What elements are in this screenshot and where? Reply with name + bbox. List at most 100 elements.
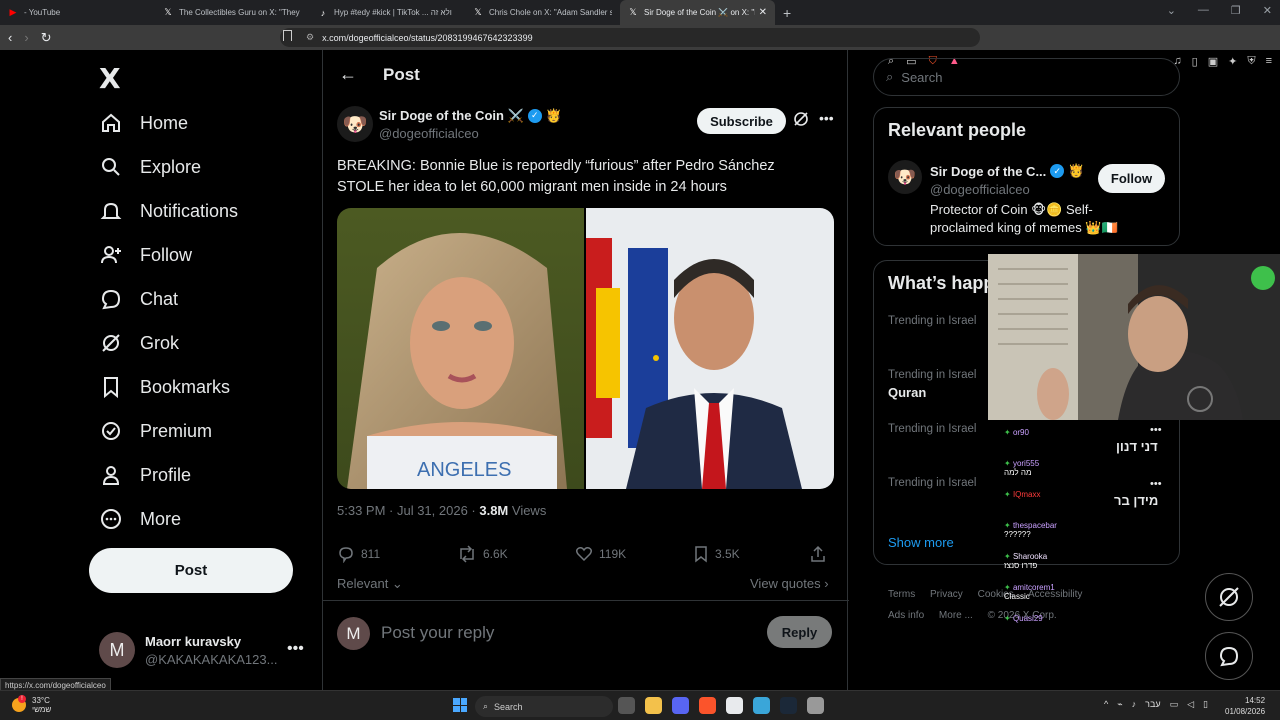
footer-link[interactable]: Ads info xyxy=(888,610,924,621)
discord-icon[interactable] xyxy=(672,697,689,714)
repost-action[interactable]: 6.6K xyxy=(457,545,508,563)
new-tab-button[interactable]: + xyxy=(783,5,791,21)
messages-fab-button[interactable] xyxy=(1205,632,1253,680)
nav-item-more[interactable]: More xyxy=(99,504,181,534)
bookmark-action[interactable]: 3.5K xyxy=(693,545,740,563)
battery-icon[interactable]: ▯ xyxy=(1203,699,1208,710)
clock[interactable]: 14:52 01/08/2026 xyxy=(1225,695,1265,717)
mic-icon[interactable]: ♪ xyxy=(1132,699,1137,710)
maximize-icon[interactable]: ❐ xyxy=(1231,4,1241,17)
reply-input[interactable]: Post your reply xyxy=(381,623,494,643)
browser-tab[interactable]: 𝕏 The Collectibles Guru on X: "They re... xyxy=(155,0,310,25)
author-avatar[interactable]: 🐶 xyxy=(337,106,373,142)
author-handle[interactable]: @dogeofficialceo xyxy=(379,126,562,141)
trend-more-icon[interactable]: ••• xyxy=(1150,424,1162,436)
subscribe-button[interactable]: Subscribe xyxy=(697,108,786,134)
chrome-icon[interactable] xyxy=(726,697,743,714)
chevron-up-icon[interactable]: ^ xyxy=(1104,699,1108,710)
trend-context[interactable]: Trending in Israel xyxy=(888,477,976,489)
show-more-link[interactable]: Show more xyxy=(888,535,954,550)
brave-icon[interactable] xyxy=(699,697,716,714)
nav-item-follow[interactable]: Follow xyxy=(99,240,192,270)
nav-item-notifications[interactable]: Notifications xyxy=(99,196,238,226)
nav-item-chat[interactable]: Chat xyxy=(99,284,178,314)
bookmark-page-icon[interactable] xyxy=(283,30,292,41)
close-window-icon[interactable]: ✕ xyxy=(1263,4,1272,17)
person-handle[interactable]: @dogeofficialceo xyxy=(930,182,1030,197)
obs-icon[interactable] xyxy=(807,697,824,714)
site-info-icon[interactable]: ⚙ xyxy=(306,32,314,43)
app-icon[interactable] xyxy=(753,697,770,714)
author-name[interactable]: Sir Doge of the Coin ⚔️ xyxy=(379,108,524,124)
url-field[interactable]: ⚙ x.com/dogeofficialceo/status/208319946… xyxy=(280,28,980,47)
browser-tab[interactable]: 𝕏 Sir Doge of the Coin ⚔️ on X: "B... ✕ xyxy=(620,0,775,25)
reply-button[interactable]: Reply xyxy=(767,616,832,648)
close-tab-icon[interactable]: ✕ xyxy=(759,7,767,18)
nav-item-grok[interactable]: Grok xyxy=(99,328,179,358)
media-photo-left[interactable]: ANGELES xyxy=(337,208,584,489)
footer-link[interactable]: Terms xyxy=(888,589,915,600)
reload-icon[interactable]: ↻ xyxy=(41,30,52,46)
nav-item-explore[interactable]: Explore xyxy=(99,152,201,182)
taskbar-search[interactable]: ⌕ Search xyxy=(475,696,613,717)
trend-name[interactable]: דני דנון xyxy=(1116,439,1158,454)
account-switcher[interactable]: M Maorr kuravsky @KAKAKAKAKA123... ••• xyxy=(99,632,304,668)
windows-start-icon[interactable] xyxy=(453,698,467,712)
grok-icon[interactable] xyxy=(793,111,809,132)
tab-search-icon[interactable]: ⌄ xyxy=(1167,4,1176,17)
reply-action[interactable]: 811 xyxy=(337,545,380,563)
weather-widget[interactable]: ! 33°C שמשי xyxy=(12,695,51,714)
trend-more-icon[interactable]: ••• xyxy=(1150,478,1162,490)
network-icon[interactable]: ⌁ xyxy=(1117,699,1122,710)
repost-count: 6.6K xyxy=(483,547,508,561)
footer-link[interactable]: Privacy xyxy=(930,589,963,600)
menu-icon[interactable]: ≡ xyxy=(1266,55,1272,68)
chevron-right-icon: › xyxy=(820,576,829,591)
more-circle-icon xyxy=(99,507,123,531)
nav-item-premium[interactable]: Premium xyxy=(99,416,212,446)
browser-tab[interactable]: ▶ - YouTube xyxy=(0,0,155,25)
like-action[interactable]: 119K xyxy=(575,545,626,563)
person-name[interactable]: Sir Doge of the C... xyxy=(930,164,1046,179)
post-media[interactable]: ANGELES xyxy=(337,208,834,489)
steam-icon[interactable] xyxy=(780,697,797,714)
post-author[interactable]: 🐶 Sir Doge of the Coin ⚔️ ✓ 🫅 @dogeoffic… xyxy=(337,106,562,142)
minimize-icon[interactable]: — xyxy=(1198,4,1209,17)
media-photo-right[interactable] xyxy=(586,208,834,489)
sort-replies-dropdown[interactable]: Relevant ⌄ xyxy=(337,576,403,592)
x-logo[interactable]: X xyxy=(99,62,121,95)
nav-item-profile[interactable]: Profile xyxy=(99,460,191,490)
trend-context[interactable]: Trending in Israel xyxy=(888,423,976,435)
back-arrow-icon[interactable]: ← xyxy=(339,64,357,85)
back-icon[interactable]: ‹ xyxy=(8,30,12,46)
wallet-icon[interactable]: ▣ xyxy=(1208,55,1218,68)
vpn-icon[interactable]: ⛨ xyxy=(1247,55,1255,68)
post-time[interactable]: 5:33 PM · Jul 31, 2026 · xyxy=(337,503,479,518)
task-view-icon[interactable] xyxy=(618,697,635,714)
footer-link[interactable]: More ... xyxy=(939,610,973,621)
nav-item-home[interactable]: Home xyxy=(99,108,188,138)
nav-item-bookmarks[interactable]: Bookmarks xyxy=(99,372,230,402)
trend-context[interactable]: Trending in Israel xyxy=(888,315,976,327)
trend-name[interactable]: Quran xyxy=(888,385,926,400)
sidebar-icon[interactable]: ▯ xyxy=(1192,55,1198,68)
monitor-icon[interactable]: ▭ xyxy=(1170,699,1179,710)
language-indicator[interactable]: עבר xyxy=(1145,699,1160,710)
trend-name[interactable]: מידן בר xyxy=(1114,493,1158,508)
more-dots-icon[interactable]: ••• xyxy=(287,640,304,658)
follow-button[interactable]: Follow xyxy=(1098,164,1165,193)
file-explorer-icon[interactable] xyxy=(645,697,662,714)
view-quotes-link[interactable]: View quotes › xyxy=(750,576,829,591)
more-options-icon[interactable]: ••• xyxy=(819,110,834,126)
browser-tab[interactable]: 𝕏 Chris Chole on X: "Adam Sandler sha... xyxy=(465,0,620,25)
leo-icon[interactable]: ✦ xyxy=(1228,55,1237,68)
search-input[interactable]: ⌕ Search xyxy=(873,58,1180,96)
browser-tab[interactable]: ♪ Hyp #tedy #kick | TikTok ... ולא זה xyxy=(310,0,465,25)
trend-context[interactable]: Trending in Israel xyxy=(888,369,976,381)
volume-icon[interactable]: ◁ xyxy=(1187,699,1194,710)
grok-fab-button[interactable] xyxy=(1205,573,1253,621)
post-button[interactable]: Post xyxy=(89,548,293,593)
share-action[interactable] xyxy=(809,545,827,563)
forward-icon[interactable]: › xyxy=(24,30,28,46)
person-avatar[interactable]: 🐶 xyxy=(888,160,922,194)
